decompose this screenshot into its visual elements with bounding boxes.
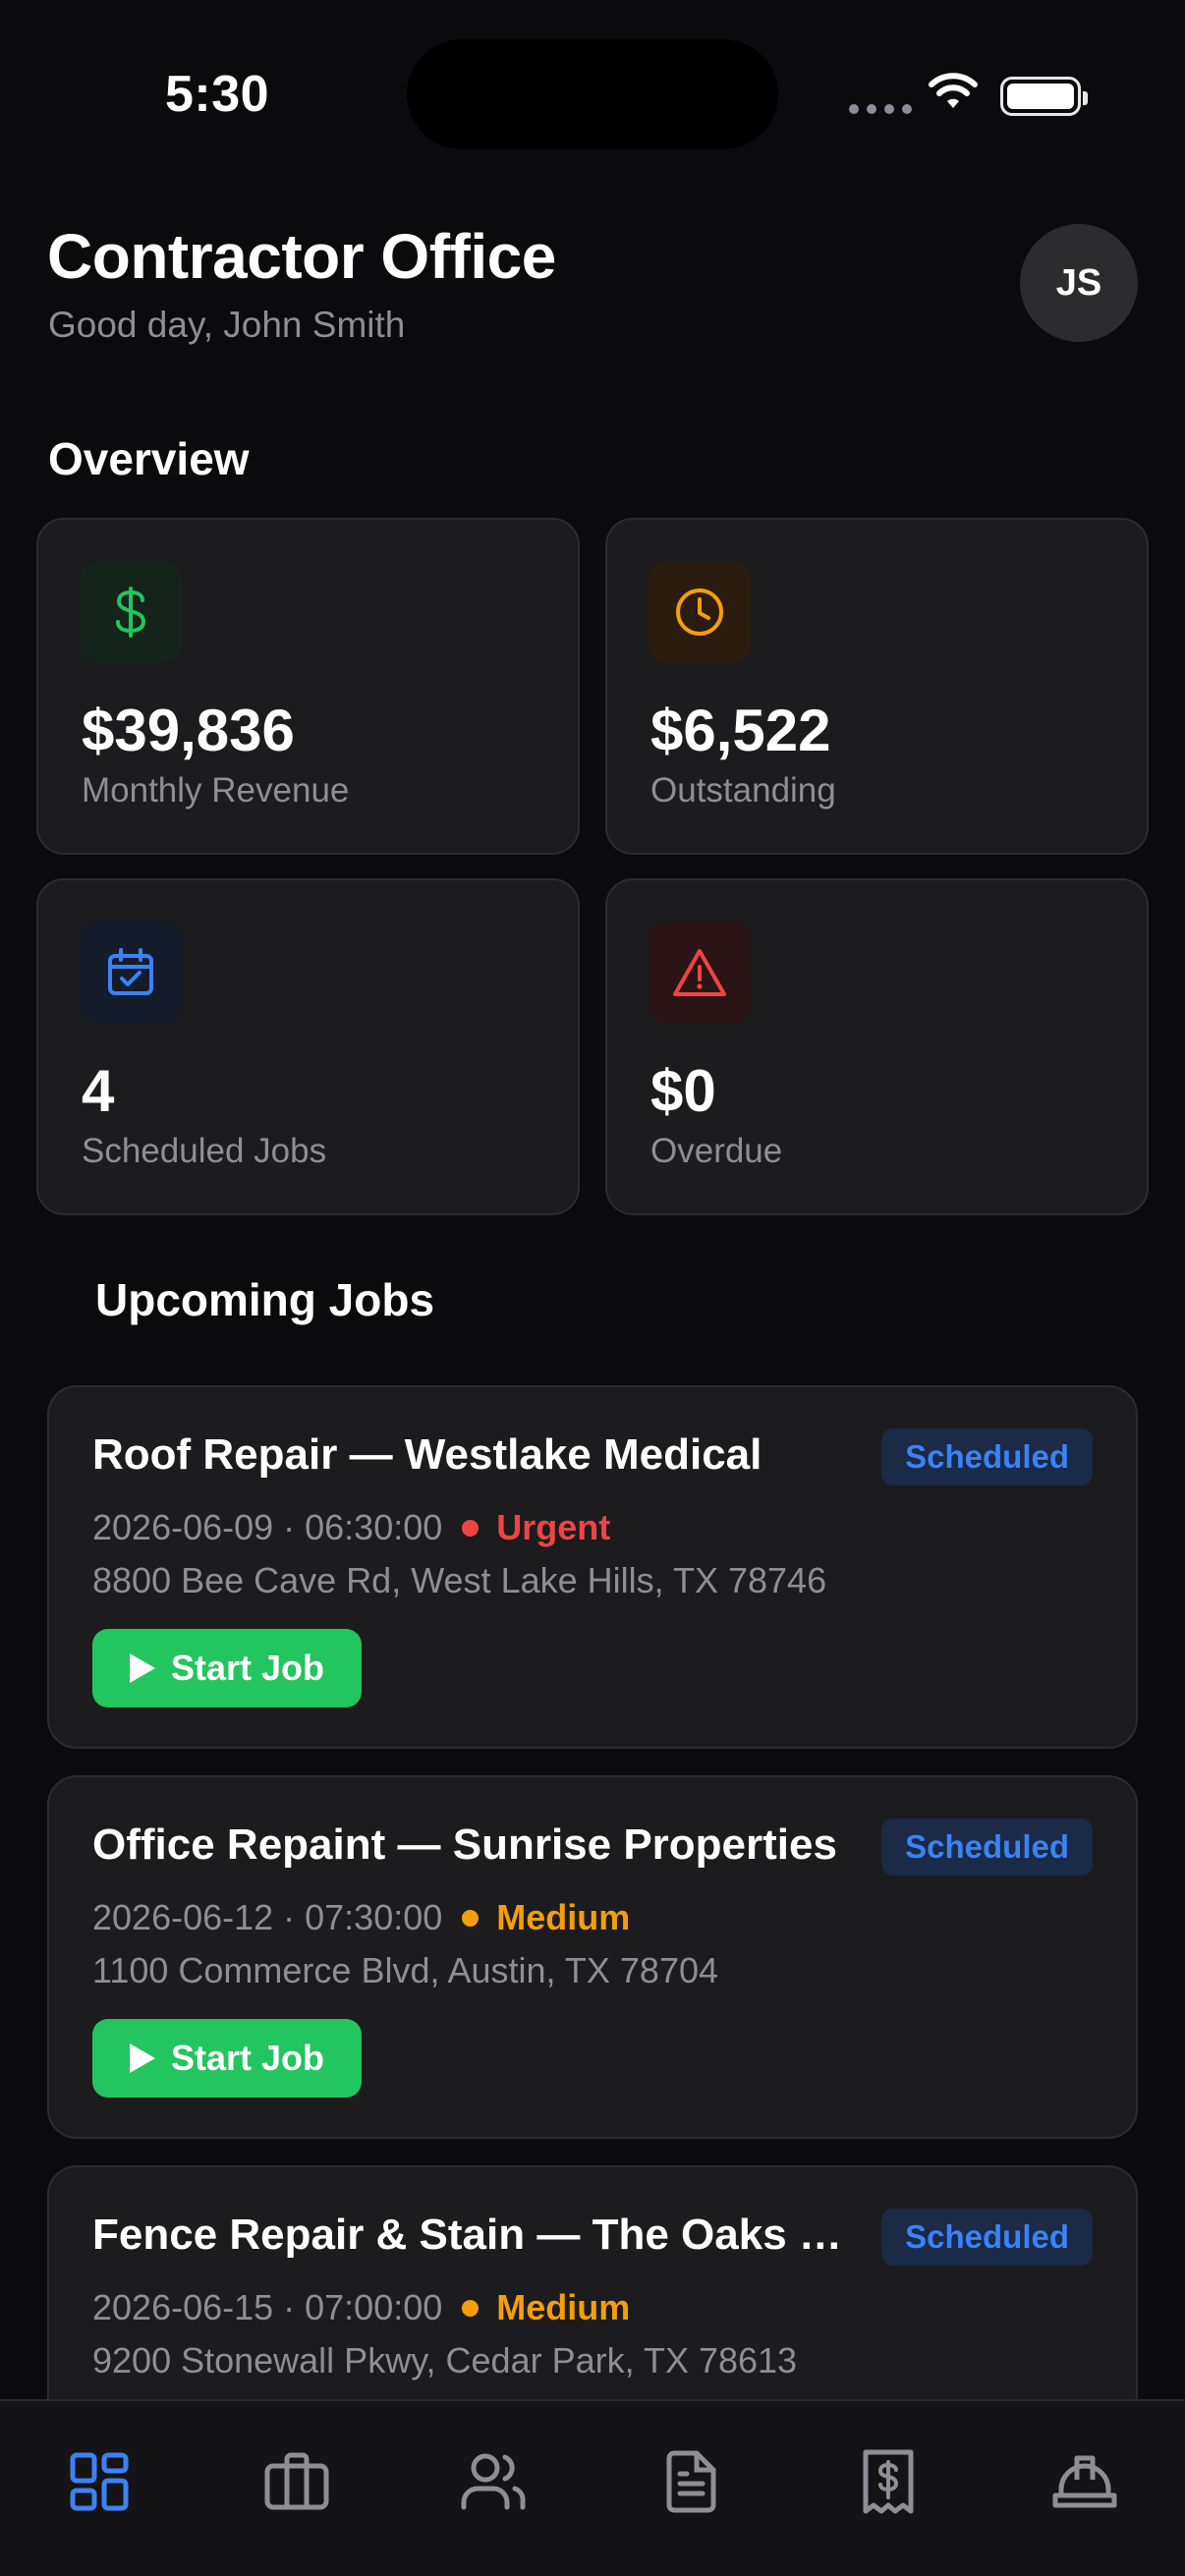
job-meta: 2026-06-09 · 06:30:00 Urgent	[92, 1507, 610, 1548]
status-time: 5:30	[165, 66, 270, 123]
priority-label: Medium	[496, 1897, 631, 1937]
calendar-check-icon	[80, 922, 182, 1024]
start-job-label: Start Job	[170, 1648, 325, 1688]
start-job-label: Start Job	[170, 2038, 325, 2078]
overview-heading: Overview	[48, 433, 250, 484]
job-address: 8800 Bee Cave Rd, West Lake Hills, TX 78…	[92, 1560, 827, 1600]
priority-dot-icon	[462, 1519, 480, 1537]
job-title: Fence Repair & Stain — The Oaks HOA	[92, 2211, 849, 2259]
tab-dashboard[interactable]	[40, 2423, 158, 2541]
start-job-button[interactable]: Start Job	[92, 2019, 362, 2098]
job-datetime: 2026-06-15 · 07:00:00	[92, 2287, 443, 2327]
priority-label: Urgent	[496, 1507, 611, 1547]
stat-label: Scheduled Jobs	[82, 1132, 327, 1170]
dashboard-icon	[70, 2452, 129, 2511]
stat-card-scheduled-jobs[interactable]: 4 Scheduled Jobs	[36, 878, 580, 1215]
job-meta: 2026-06-12 · 07:30:00 Medium	[92, 1897, 630, 1938]
battery-icon	[1000, 77, 1088, 116]
tab-jobs[interactable]	[238, 2423, 356, 2541]
tab-clients[interactable]	[434, 2423, 552, 2541]
avatar[interactable]: JS	[1020, 224, 1138, 342]
play-icon	[129, 2044, 155, 2073]
priority-dot-icon	[462, 1909, 480, 1927]
job-datetime: 2026-06-12 · 07:30:00	[92, 1897, 443, 1937]
job-address: 1100 Commerce Blvd, Austin, TX 78704	[92, 1950, 719, 1990]
job-title: Office Repaint — Sunrise Properties	[92, 1820, 837, 1869]
greeting-text: Good day, John Smith	[48, 305, 406, 345]
page-title: Contractor Office	[47, 221, 556, 292]
stat-card-monthly-revenue[interactable]: $39,836 Monthly Revenue	[36, 518, 580, 855]
stat-value: $6,522	[650, 698, 831, 763]
upcoming-jobs-heading: Upcoming Jobs	[95, 1274, 435, 1325]
cellular-signal-icon	[849, 104, 912, 114]
stat-value: $39,836	[82, 698, 295, 763]
play-icon	[129, 1653, 155, 1683]
wifi-icon	[929, 73, 978, 108]
clock-icon	[649, 561, 751, 663]
stat-card-outstanding[interactable]: $6,522 Outstanding	[605, 518, 1149, 855]
priority-dot-icon	[462, 2299, 480, 2317]
job-title: Roof Repair — Westlake Medical	[92, 1430, 762, 1479]
priority-label: Medium	[496, 2287, 631, 2327]
stat-value: $0	[650, 1058, 716, 1124]
users-icon	[461, 2453, 526, 2510]
status-badge: Scheduled	[881, 2209, 1093, 2266]
tab-bar	[0, 2399, 1185, 2576]
job-datetime: 2026-06-09 · 06:30:00	[92, 1507, 443, 1547]
warning-icon	[649, 922, 751, 1024]
stat-label: Overdue	[650, 1132, 783, 1170]
stat-card-overdue[interactable]: $0 Overdue	[605, 878, 1149, 1215]
dynamic-island	[407, 39, 778, 149]
start-job-button[interactable]: Start Job	[92, 1629, 362, 1708]
status-badge: Scheduled	[881, 1428, 1093, 1485]
document-icon	[666, 2450, 716, 2513]
tab-documents[interactable]	[632, 2423, 750, 2541]
hard-hat-icon	[1052, 2455, 1117, 2508]
status-badge: Scheduled	[881, 1819, 1093, 1876]
job-address: 9200 Stonewall Pkwy, Cedar Park, TX 7861…	[92, 2340, 798, 2380]
job-card[interactable]: Roof Repair — Westlake Medical Scheduled…	[47, 1385, 1138, 1749]
job-meta: 2026-06-15 · 07:00:00 Medium	[92, 2287, 630, 2328]
stat-label: Monthly Revenue	[82, 771, 350, 810]
job-card[interactable]: Office Repaint — Sunrise Properties Sche…	[47, 1775, 1138, 2139]
tab-invoices[interactable]	[829, 2423, 947, 2541]
tab-crew[interactable]	[1026, 2423, 1144, 2541]
briefcase-icon	[264, 2452, 329, 2510]
stat-label: Outstanding	[650, 771, 836, 810]
receipt-icon	[863, 2449, 914, 2514]
status-bar: 5:30	[0, 0, 1185, 187]
stat-value: 4	[82, 1058, 115, 1124]
dollar-icon	[80, 561, 182, 663]
